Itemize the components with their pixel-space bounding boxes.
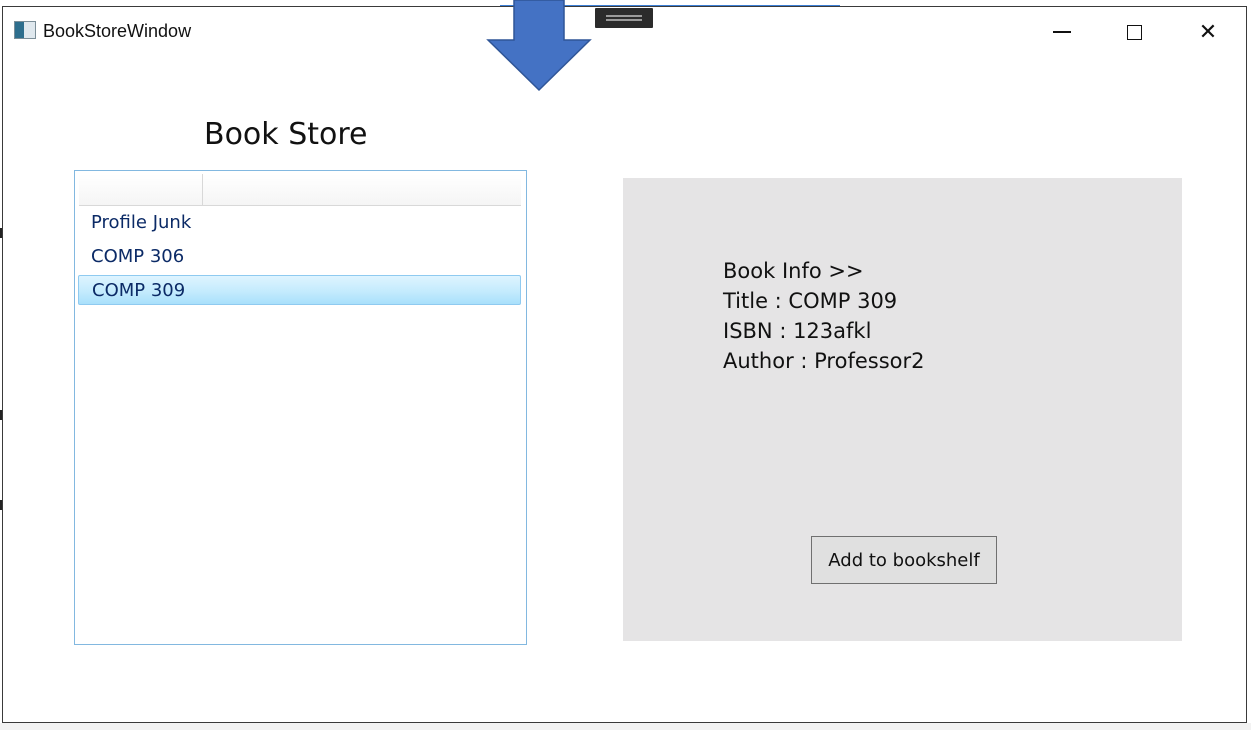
app-window-icon	[14, 21, 36, 39]
list-item[interactable]: Profile Junk	[78, 208, 521, 238]
drag-handle-icon[interactable]	[595, 8, 653, 28]
down-arrow-icon	[486, 0, 592, 92]
book-author-line: Author : Professor2	[723, 349, 925, 373]
list-header[interactable]	[79, 174, 521, 206]
edge-mark	[0, 410, 2, 420]
book-title-line: Title : COMP 309	[723, 289, 898, 313]
list-item[interactable]: COMP 306	[78, 242, 521, 272]
book-info-panel: Book Info >> Title : COMP 309 ISBN : 123…	[623, 178, 1182, 641]
minimize-button[interactable]	[1027, 7, 1097, 57]
background-bottom	[0, 723, 1251, 730]
book-list[interactable]: Profile Junk COMP 306 COMP 309	[74, 170, 527, 645]
maximize-button[interactable]	[1099, 7, 1169, 57]
close-icon: ✕	[1198, 19, 1218, 45]
page-title: Book Store	[204, 117, 368, 152]
list-item-selected[interactable]: COMP 309	[78, 275, 521, 305]
bookstore-window: BookStoreWindow ✕ Book Store Profile Jun…	[2, 6, 1247, 723]
add-to-bookshelf-button[interactable]: Add to bookshelf	[811, 536, 997, 584]
close-button[interactable]: ✕	[1173, 7, 1243, 57]
book-info-header: Book Info >>	[723, 259, 864, 283]
minimize-icon	[1053, 31, 1071, 33]
book-info-text: Book Info >> Title : COMP 309 ISBN : 123…	[723, 256, 924, 376]
maximize-icon	[1126, 24, 1142, 40]
book-isbn-line: ISBN : 123afkl	[723, 319, 872, 343]
edge-mark	[0, 228, 2, 238]
list-header-column[interactable]	[79, 174, 203, 205]
edge-mark	[0, 500, 2, 510]
window-title: BookStoreWindow	[43, 21, 192, 41]
